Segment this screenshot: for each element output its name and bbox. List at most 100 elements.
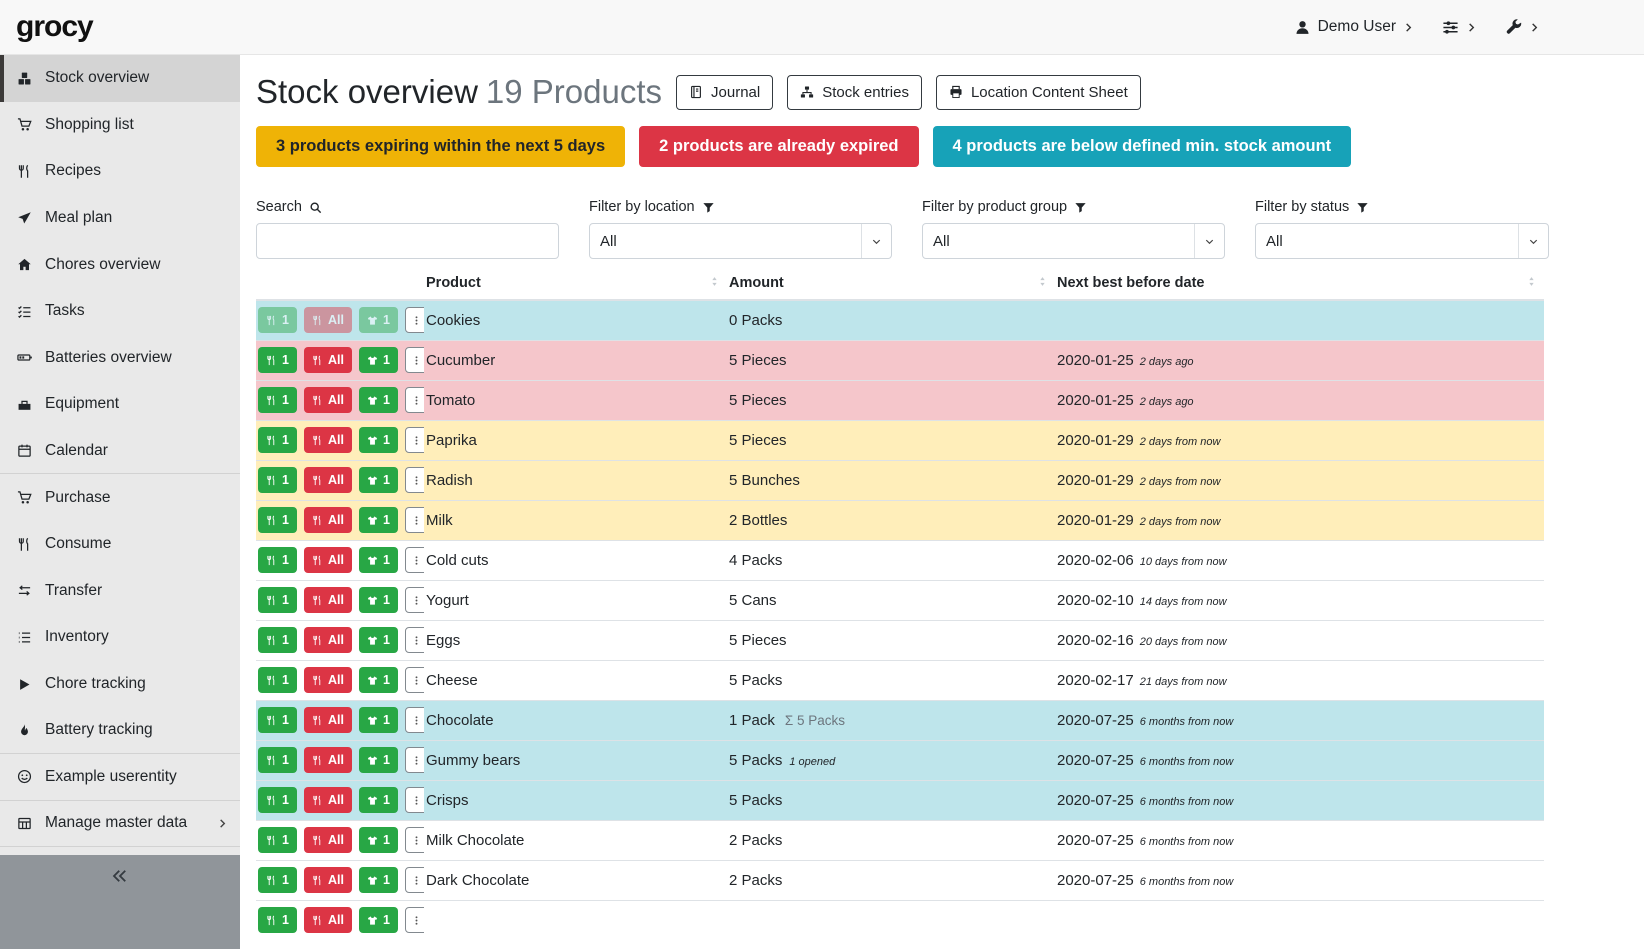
sidebar-item-consume[interactable]: Consume bbox=[0, 521, 240, 568]
sidebar-item-batteries-overview[interactable]: Batteries overview bbox=[0, 335, 240, 382]
open-one-button[interactable]: 1 bbox=[359, 387, 398, 413]
row-menu-button[interactable] bbox=[405, 787, 424, 813]
location-content-sheet-button[interactable]: Location Content Sheet bbox=[936, 75, 1141, 110]
row-menu-button[interactable] bbox=[405, 867, 424, 893]
consume-one-button[interactable]: 1 bbox=[258, 907, 297, 933]
sidebar-item-stock-overview[interactable]: Stock overview bbox=[0, 55, 240, 102]
sidebar-item-recipes[interactable]: Recipes bbox=[0, 148, 240, 195]
sidebar-item-example-userentity[interactable]: Example userentity bbox=[0, 754, 240, 801]
consume-one-button[interactable]: 1 bbox=[258, 627, 297, 653]
row-menu-button[interactable] bbox=[405, 667, 424, 693]
sort-icon[interactable] bbox=[1036, 275, 1049, 288]
app-logo[interactable]: grocy bbox=[16, 10, 93, 44]
open-one-button[interactable]: 1 bbox=[359, 547, 398, 573]
status-alert[interactable]: 4 products are below defined min. stock … bbox=[933, 126, 1352, 167]
consume-all-button[interactable]: All bbox=[304, 907, 352, 933]
consume-one-button[interactable]: 1 bbox=[258, 387, 297, 413]
sidebar-item-battery-tracking[interactable]: Battery tracking bbox=[0, 707, 240, 754]
sidebar-item-purchase[interactable]: Purchase bbox=[0, 474, 240, 521]
row-menu-button[interactable] bbox=[405, 547, 424, 573]
sidebar-item-calendar[interactable]: Calendar bbox=[0, 428, 240, 475]
consume-all-button[interactable]: All bbox=[304, 347, 352, 373]
row-menu-button[interactable] bbox=[405, 627, 424, 653]
sort-icon[interactable] bbox=[708, 275, 721, 288]
consume-one-button[interactable]: 1 bbox=[258, 667, 297, 693]
consume-one-button[interactable]: 1 bbox=[258, 707, 297, 733]
consume-all-button[interactable]: All bbox=[304, 707, 352, 733]
sidebar-collapse-button[interactable] bbox=[0, 855, 240, 949]
row-menu-button[interactable] bbox=[405, 387, 424, 413]
row-menu-button[interactable] bbox=[405, 507, 424, 533]
consume-all-button[interactable]: All bbox=[304, 427, 352, 453]
consume-all-button[interactable]: All bbox=[304, 587, 352, 613]
location-select[interactable]: All bbox=[589, 223, 892, 259]
user-menu[interactable]: Demo User bbox=[1294, 18, 1414, 36]
consume-one-button[interactable]: 1 bbox=[258, 547, 297, 573]
consume-one-button[interactable]: 1 bbox=[258, 307, 297, 333]
consume-all-button[interactable]: All bbox=[304, 747, 352, 773]
column-header-product[interactable]: Product bbox=[424, 267, 727, 300]
open-one-button[interactable]: 1 bbox=[359, 907, 398, 933]
open-one-button[interactable]: 1 bbox=[359, 867, 398, 893]
sidebar-item-shopping-list[interactable]: Shopping list bbox=[0, 102, 240, 149]
row-menu-button[interactable] bbox=[405, 747, 424, 773]
sidebar-item-chore-tracking[interactable]: Chore tracking bbox=[0, 661, 240, 708]
open-one-button[interactable]: 1 bbox=[359, 347, 398, 373]
product-group-select[interactable]: All bbox=[922, 223, 1225, 259]
consume-one-button[interactable]: 1 bbox=[258, 347, 297, 373]
stock-entries-button[interactable]: Stock entries bbox=[787, 75, 922, 110]
settings-menu[interactable] bbox=[1442, 19, 1477, 36]
open-one-button[interactable]: 1 bbox=[359, 627, 398, 653]
sidebar-item-transfer[interactable]: Transfer bbox=[0, 568, 240, 615]
consume-one-button[interactable]: 1 bbox=[258, 427, 297, 453]
open-one-button[interactable]: 1 bbox=[359, 467, 398, 493]
row-menu-button[interactable] bbox=[405, 347, 424, 373]
row-menu-button[interactable] bbox=[405, 907, 424, 933]
status-alert[interactable]: 2 products are already expired bbox=[639, 126, 918, 167]
consume-one-button[interactable]: 1 bbox=[258, 867, 297, 893]
sidebar-item-tasks[interactable]: Tasks bbox=[0, 288, 240, 335]
open-one-button[interactable]: 1 bbox=[359, 507, 398, 533]
column-header-next-best-before-date[interactable]: Next best before date bbox=[1055, 267, 1544, 300]
open-one-button[interactable]: 1 bbox=[359, 307, 398, 333]
sidebar-item-equipment[interactable]: Equipment bbox=[0, 381, 240, 428]
consume-all-button[interactable]: All bbox=[304, 867, 352, 893]
open-one-button[interactable]: 1 bbox=[359, 747, 398, 773]
open-one-button[interactable]: 1 bbox=[359, 427, 398, 453]
journal-button[interactable]: Journal bbox=[676, 75, 773, 110]
consume-all-button[interactable]: All bbox=[304, 507, 352, 533]
status-select[interactable]: All bbox=[1255, 223, 1549, 259]
consume-all-button[interactable]: All bbox=[304, 787, 352, 813]
consume-all-button[interactable]: All bbox=[304, 387, 352, 413]
row-menu-button[interactable] bbox=[405, 467, 424, 493]
open-one-button[interactable]: 1 bbox=[359, 787, 398, 813]
status-alert[interactable]: 3 products expiring within the next 5 da… bbox=[256, 126, 625, 167]
open-one-button[interactable]: 1 bbox=[359, 587, 398, 613]
search-input[interactable] bbox=[256, 223, 559, 259]
consume-one-button[interactable]: 1 bbox=[258, 747, 297, 773]
row-menu-button[interactable] bbox=[405, 587, 424, 613]
open-one-button[interactable]: 1 bbox=[359, 827, 398, 853]
open-one-button[interactable]: 1 bbox=[359, 667, 398, 693]
consume-one-button[interactable]: 1 bbox=[258, 587, 297, 613]
column-header-amount[interactable]: Amount bbox=[727, 267, 1055, 300]
consume-one-button[interactable]: 1 bbox=[258, 827, 297, 853]
open-one-button[interactable]: 1 bbox=[359, 707, 398, 733]
consume-one-button[interactable]: 1 bbox=[258, 787, 297, 813]
consume-one-button[interactable]: 1 bbox=[258, 507, 297, 533]
consume-all-button[interactable]: All bbox=[304, 827, 352, 853]
row-menu-button[interactable] bbox=[405, 427, 424, 453]
consume-all-button[interactable]: All bbox=[304, 627, 352, 653]
row-menu-button[interactable] bbox=[405, 307, 424, 333]
sidebar-item-manage-master-data[interactable]: Manage master data bbox=[0, 801, 240, 848]
sidebar-item-chores-overview[interactable]: Chores overview bbox=[0, 241, 240, 288]
consume-all-button[interactable]: All bbox=[304, 667, 352, 693]
row-menu-button[interactable] bbox=[405, 707, 424, 733]
consume-one-button[interactable]: 1 bbox=[258, 467, 297, 493]
row-menu-button[interactable] bbox=[405, 827, 424, 853]
sidebar-item-meal-plan[interactable]: Meal plan bbox=[0, 195, 240, 242]
consume-all-button[interactable]: All bbox=[304, 547, 352, 573]
admin-menu[interactable] bbox=[1505, 19, 1540, 36]
consume-all-button[interactable]: All bbox=[304, 307, 352, 333]
sidebar-item-inventory[interactable]: Inventory bbox=[0, 614, 240, 661]
